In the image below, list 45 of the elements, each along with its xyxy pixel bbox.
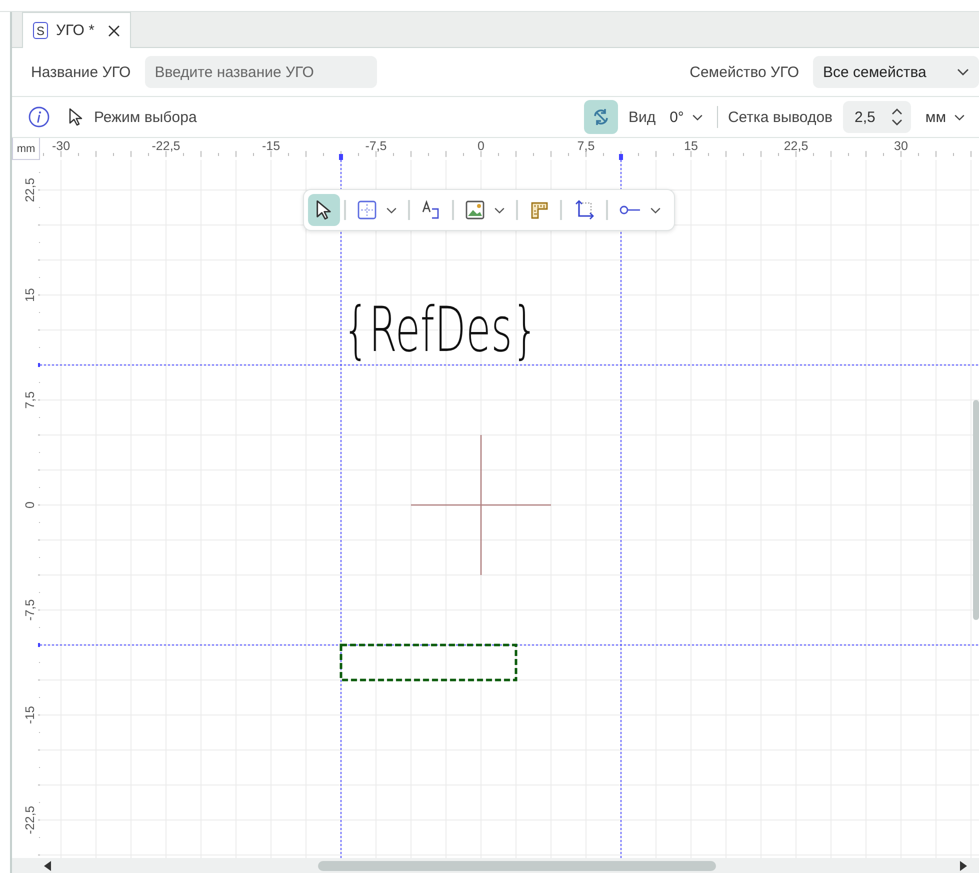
horizontal-scrollbar[interactable] [12,858,979,873]
right-arrow-icon[interactable] [959,860,967,870]
snap-toggle-button[interactable] [584,100,618,134]
chevron-down-icon [957,68,969,76]
scrollbar-thumb[interactable] [318,860,716,870]
rotation-dropdown[interactable]: 0° [666,108,707,126]
unit-dropdown[interactable]: мм [921,108,969,126]
ruler-icon [529,200,549,220]
refdes-text[interactable]: {RefDes} [343,293,640,366]
drawing-canvas[interactable]: {RefDes} [40,160,979,858]
guide-line[interactable] [620,160,622,858]
pointer-icon [68,108,84,126]
dashed-rectangle[interactable] [340,644,518,682]
chevron-down-icon [650,206,661,214]
grid-step-spinner[interactable]: 2,5 [842,101,912,133]
chevron-down-icon [954,114,965,120]
guide-line[interactable] [40,644,979,646]
view-label: Вид [628,108,656,126]
text-icon [421,200,441,220]
chevron-down-icon [494,206,505,214]
name-label: Название УГО [31,64,131,80]
left-arrow-icon[interactable] [44,860,52,870]
family-label: Семейство УГО [690,64,799,80]
drawing-tool-button[interactable] [308,194,340,226]
chevron-down-icon [692,114,703,120]
chevron-down-icon [386,206,397,214]
up-down-chevron-icon [891,108,904,126]
pin-grid-label: Сетка выводов [728,108,833,126]
name-input-field[interactable]: Введите название УГО [144,56,377,88]
info-icon[interactable] [28,106,50,128]
close-icon[interactable] [108,24,120,36]
ruler-unit-label: mm [12,138,40,160]
document-tab[interactable]: S УГО * [22,12,132,48]
family-dropdown[interactable]: Все семейства [813,56,979,88]
symbol-tab-icon: S [33,22,48,39]
tab-title: УГО * [56,22,94,39]
guide-line[interactable] [340,160,342,858]
image-icon [465,200,485,220]
selection-mode-label: Режим выбора [94,108,197,126]
vertical-scrollbar-thumb[interactable] [973,400,979,620]
pin-icon [619,204,641,216]
frame-resize-icon [573,199,595,221]
rectangle-icon [357,200,377,220]
guide-line[interactable] [40,364,979,366]
pointer-icon [315,200,333,220]
